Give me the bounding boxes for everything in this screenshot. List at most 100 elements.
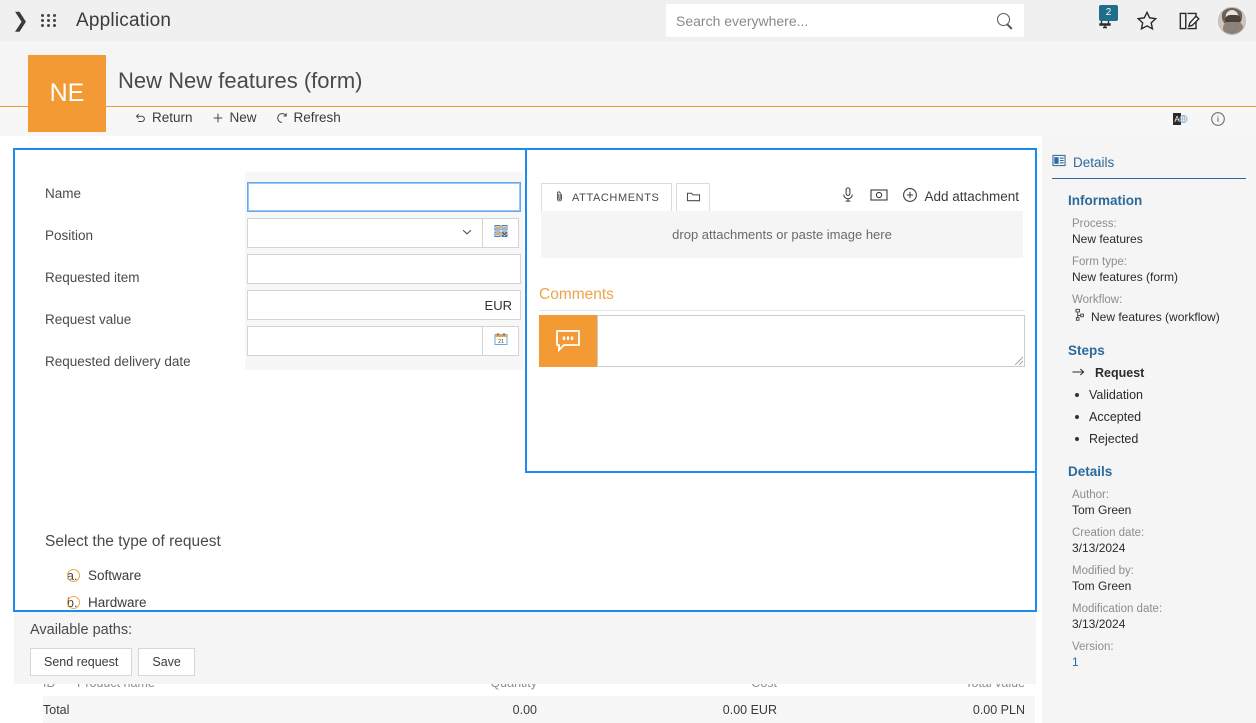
label-delivery-date: Requested delivery date bbox=[45, 353, 191, 369]
toolbar-right-icons: A bbox=[1172, 111, 1226, 132]
top-bar: ❯ Application bbox=[0, 0, 1256, 41]
bullet-icon bbox=[1075, 415, 1079, 419]
app-grid-icon[interactable] bbox=[34, 14, 64, 27]
step-label: Rejected bbox=[1089, 432, 1139, 446]
sidebar-step-validation[interactable]: Validation bbox=[1072, 388, 1256, 402]
plus-circle-icon bbox=[902, 187, 918, 206]
arrow-right-icon bbox=[1072, 366, 1085, 380]
svg-text:21: 21 bbox=[497, 339, 503, 345]
available-paths-buttons: Send request Save bbox=[30, 648, 195, 676]
new-label: New bbox=[229, 110, 257, 125]
chevron-right-icon[interactable]: ❯ bbox=[0, 11, 34, 31]
sidebar-step-rejected[interactable]: Rejected bbox=[1072, 432, 1256, 446]
paperclip-icon bbox=[554, 190, 565, 206]
top-right-icons: 2 bbox=[1092, 0, 1246, 41]
add-attachment-label: Add attachment bbox=[924, 188, 1019, 204]
attachment-dropzone[interactable]: drop attachments or paste image here bbox=[541, 211, 1023, 258]
calendar-icon: 21 bbox=[493, 331, 509, 352]
modified-by-key: Modified by: bbox=[1072, 565, 1135, 577]
bullet-icon bbox=[1075, 437, 1079, 441]
camera-icon[interactable] bbox=[870, 187, 888, 205]
notification-count: 2 bbox=[1099, 4, 1118, 21]
creation-date-value: 3/13/2024 bbox=[1072, 541, 1126, 555]
new-button[interactable]: New bbox=[211, 110, 257, 125]
refresh-button[interactable]: Refresh bbox=[275, 110, 341, 125]
add-attachment-button[interactable]: Add attachment bbox=[902, 187, 1019, 206]
save-button[interactable]: Save bbox=[138, 648, 195, 676]
step-label: Validation bbox=[1089, 388, 1143, 402]
total-value: 0.00 PLN bbox=[972, 703, 1025, 717]
details-panel-header[interactable]: Details bbox=[1042, 136, 1256, 170]
form-inputs: EUR 21 bbox=[245, 172, 523, 370]
calendar-button[interactable]: 21 bbox=[483, 326, 519, 356]
return-label: Return bbox=[152, 110, 193, 125]
total-label: Total bbox=[43, 703, 70, 717]
search-input[interactable] bbox=[676, 12, 996, 29]
info-circle-icon[interactable] bbox=[1210, 111, 1226, 132]
process-initials-tile: NE bbox=[28, 55, 106, 132]
tab-attachments-label: ATTACHMENTS bbox=[572, 191, 660, 204]
position-picker-button[interactable] bbox=[483, 218, 519, 248]
sidebar-item-modified-by: Modified by: Tom Green bbox=[1072, 565, 1256, 593]
svg-text:A: A bbox=[1174, 115, 1180, 124]
translate-icon[interactable]: A bbox=[1172, 111, 1188, 132]
form-type-key: Form type: bbox=[1072, 256, 1127, 268]
option-label: Hardware bbox=[88, 595, 147, 610]
sidebar-step-request[interactable]: Request bbox=[1072, 366, 1256, 380]
radio-icon[interactable] bbox=[67, 596, 80, 609]
return-button[interactable]: Return bbox=[133, 110, 193, 125]
requested-item-input[interactable] bbox=[247, 254, 521, 284]
search-icon[interactable] bbox=[996, 12, 1014, 30]
attachments-comments-panel[interactable]: ATTACHMENTS Add attachment drop attachme… bbox=[525, 148, 1037, 473]
sidebar-item-form-type: Form type: New features (form) bbox=[1072, 256, 1256, 284]
creation-date-key: Creation date: bbox=[1072, 527, 1145, 539]
name-input[interactable] bbox=[247, 182, 521, 212]
sidebar-step-accepted[interactable]: Accepted bbox=[1072, 410, 1256, 424]
request-value-input[interactable]: EUR bbox=[247, 290, 521, 320]
comments-divider bbox=[539, 310, 1025, 311]
send-request-button[interactable]: Send request bbox=[30, 648, 133, 676]
version-value[interactable]: 1 bbox=[1072, 655, 1256, 669]
notes-edit-icon[interactable] bbox=[1176, 8, 1202, 34]
label-position: Position bbox=[45, 227, 94, 243]
comment-input[interactable] bbox=[597, 315, 1025, 367]
modification-date-key: Modification date: bbox=[1072, 603, 1163, 615]
available-paths-label: Available paths: bbox=[30, 622, 133, 638]
radio-icon[interactable] bbox=[67, 569, 80, 582]
position-select[interactable] bbox=[247, 218, 483, 248]
details-panel-label: Details bbox=[1073, 154, 1115, 170]
sidebar-section-steps: Steps bbox=[1068, 343, 1105, 358]
sidebar-item-modification-date: Modification date: 3/13/2024 bbox=[1072, 603, 1256, 631]
plus-icon bbox=[211, 111, 225, 125]
microphone-icon[interactable] bbox=[840, 186, 856, 206]
star-icon[interactable] bbox=[1134, 8, 1160, 34]
sidebar-item-creation-date: Creation date: 3/13/2024 bbox=[1072, 527, 1256, 555]
sidebar-item-author: Author: Tom Green bbox=[1072, 489, 1256, 517]
position-field bbox=[247, 218, 523, 248]
radio-option-software[interactable]: a. Software bbox=[45, 562, 147, 589]
bell-icon[interactable]: 2 bbox=[1092, 4, 1118, 34]
step-label: Request bbox=[1095, 366, 1145, 380]
version-key: Version: bbox=[1072, 641, 1114, 653]
tab-folder[interactable] bbox=[676, 183, 711, 211]
label-name: Name bbox=[45, 185, 82, 201]
delivery-date-input[interactable] bbox=[247, 326, 483, 356]
page-title: New New features (form) bbox=[118, 68, 363, 93]
workflow-value-row[interactable]: New features (workflow) bbox=[1072, 308, 1256, 325]
app-window: ❯ Application 2 bbox=[0, 0, 1256, 723]
app-name: Application bbox=[76, 9, 172, 31]
workflow-value: New features (workflow) bbox=[1091, 309, 1220, 324]
comments-row bbox=[539, 315, 1025, 367]
attachment-tabs: ATTACHMENTS bbox=[541, 183, 711, 211]
chevron-down-icon[interactable] bbox=[460, 225, 474, 242]
details-sidebar: Details Information Process: New feature… bbox=[1042, 136, 1256, 723]
sidebar-item-workflow: Workflow: New features (workflow) bbox=[1072, 294, 1256, 325]
bullet-icon bbox=[1075, 393, 1079, 397]
avatar[interactable] bbox=[1218, 6, 1246, 35]
grid-picker-icon bbox=[493, 223, 509, 244]
total-quantity: 0.00 bbox=[512, 703, 537, 717]
comment-bubble-icon bbox=[539, 315, 597, 367]
tab-attachments[interactable]: ATTACHMENTS bbox=[541, 183, 673, 211]
author-value: Tom Green bbox=[1072, 503, 1132, 517]
search-box[interactable] bbox=[666, 4, 1024, 37]
